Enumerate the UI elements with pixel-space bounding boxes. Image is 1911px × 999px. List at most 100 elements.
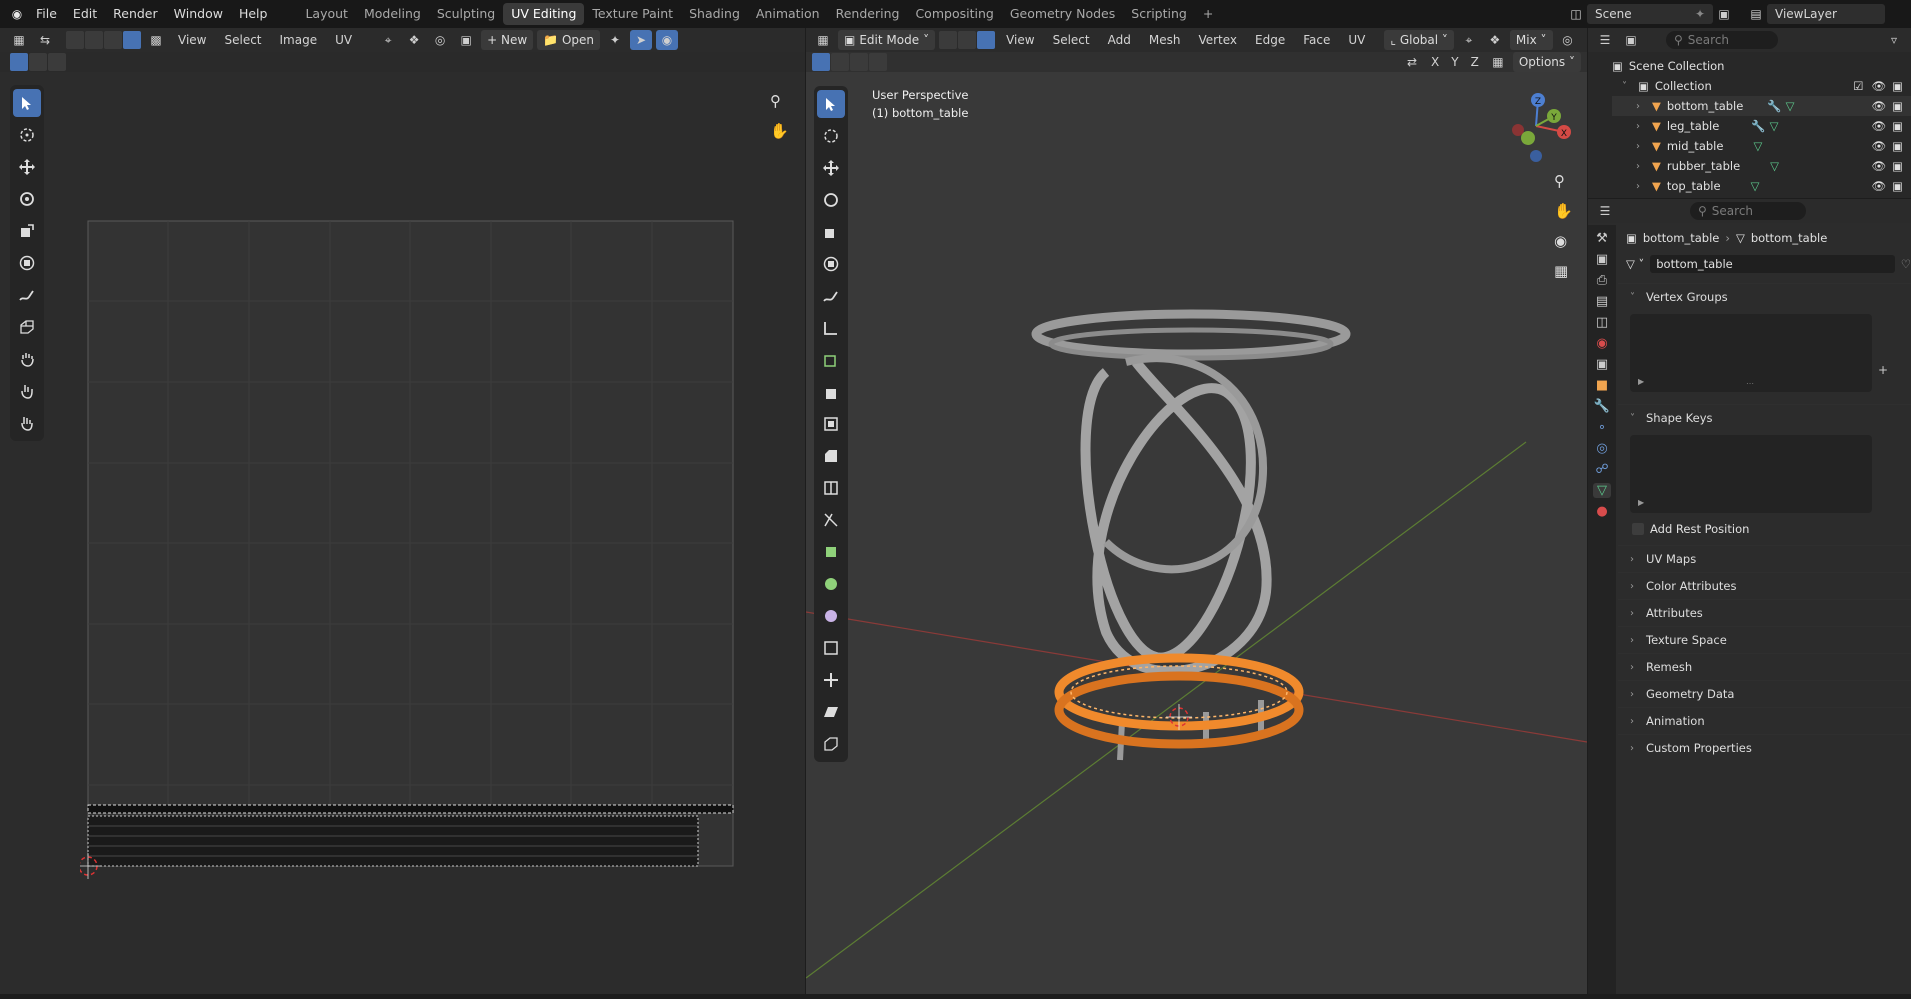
camera-icon[interactable]: ▣ xyxy=(1892,119,1903,133)
vp-menu-uv[interactable]: UV xyxy=(1341,29,1372,51)
vp-menu-edge[interactable]: Edge xyxy=(1248,29,1292,51)
chevron-right-icon[interactable]: › xyxy=(1636,161,1646,172)
expand-list-icon[interactable]: ▶ xyxy=(1638,377,1644,386)
selection-mode[interactable] xyxy=(812,53,887,71)
vp-menu-mesh[interactable]: Mesh xyxy=(1142,29,1188,51)
attributes-panel[interactable]: › Attributes xyxy=(1618,599,1911,626)
scene-field[interactable]: Scene ✦ xyxy=(1587,4,1713,24)
uv-canvas[interactable] xyxy=(80,213,740,883)
proportional-edit-icon[interactable]: ◎ xyxy=(1557,30,1579,50)
eye-icon[interactable]: 👁 xyxy=(1872,139,1887,153)
menu-file[interactable]: File xyxy=(28,0,65,28)
camera-icon[interactable]: ◉ xyxy=(1554,232,1573,250)
material-tab-icon[interactable]: ● xyxy=(1596,504,1607,519)
collection-row[interactable]: ˅ ▣ Collection ☑ 👁 ▣ xyxy=(1612,76,1911,96)
shape-keys-list[interactable]: ▶ xyxy=(1630,435,1872,513)
smooth-tool-icon[interactable] xyxy=(817,602,845,630)
camera-icon[interactable]: ▣ xyxy=(1892,179,1903,193)
extrude-tool-icon[interactable] xyxy=(817,378,845,406)
scene-icon[interactable]: ◫ xyxy=(1565,4,1587,24)
hand-pan-icon[interactable]: ✋ xyxy=(770,122,789,140)
tab-geometry-nodes[interactable]: Geometry Nodes xyxy=(1002,3,1123,25)
tab-shading[interactable]: Shading xyxy=(681,3,748,25)
output-tab-icon[interactable]: ⎙ xyxy=(1597,273,1607,288)
physics-tab-icon[interactable]: ◎ xyxy=(1596,441,1607,456)
camera-icon[interactable]: ▣ xyxy=(1892,99,1903,113)
poly-build-tool-icon[interactable] xyxy=(817,538,845,566)
annotate-tool-icon[interactable] xyxy=(13,281,41,309)
transform-tool-icon[interactable] xyxy=(817,250,845,278)
world-tab-icon[interactable]: ◉ xyxy=(1596,336,1607,351)
move-tool-icon[interactable] xyxy=(13,153,41,181)
relax-tool-icon[interactable] xyxy=(13,377,41,405)
inset-tool-icon[interactable] xyxy=(817,410,845,438)
tab-modeling[interactable]: Modeling xyxy=(356,3,429,25)
knife-tool-icon[interactable] xyxy=(817,506,845,534)
open-image-button[interactable]: 📁 Open xyxy=(537,30,600,50)
constraints-tab-icon[interactable]: ☍ xyxy=(1595,462,1608,477)
add-workspace-button[interactable]: + xyxy=(1195,3,1221,25)
expand-list-icon[interactable]: ▶ xyxy=(1638,498,1644,507)
loop-cut-tool-icon[interactable] xyxy=(817,474,845,502)
view-layer-icon[interactable]: ▤ xyxy=(1745,4,1767,24)
uv-menu-uv[interactable]: UV xyxy=(328,29,359,51)
scale-tool-icon[interactable] xyxy=(817,218,845,246)
vertex-group-add-button[interactable]: + xyxy=(1878,363,1888,377)
pivot-icon[interactable]: ⌖ xyxy=(1458,30,1480,50)
display-mode-icon[interactable]: ▣ xyxy=(1620,30,1642,50)
tab-layout[interactable]: Layout xyxy=(297,3,356,25)
pinch-tool-icon[interactable] xyxy=(13,409,41,437)
hand-pan-icon[interactable]: ✋ xyxy=(1554,202,1573,220)
outliner-row-bottom-table[interactable]: › ▼ bottom_table 🔧 ▽ 👁 ▣ xyxy=(1612,96,1911,116)
mesh-data-tab-icon[interactable]: ▽ xyxy=(1593,483,1611,498)
menu-edit[interactable]: Edit xyxy=(65,0,105,28)
scene-tab-icon[interactable]: ◫ xyxy=(1596,315,1608,330)
tab-rendering[interactable]: Rendering xyxy=(828,3,908,25)
filter-icon[interactable]: ▿ xyxy=(1883,30,1905,50)
texture-space-panel[interactable]: › Texture Space xyxy=(1618,626,1911,653)
uv-maps-panel[interactable]: › UV Maps xyxy=(1618,545,1911,572)
options-dropdown[interactable]: Options ˅ xyxy=(1512,52,1581,72)
orientation-dropdown[interactable]: ⌞ Global ˅ xyxy=(1384,30,1454,50)
editor-type-icon[interactable]: ☰ xyxy=(1594,201,1616,221)
edge-slide-tool-icon[interactable] xyxy=(817,634,845,662)
object-tab-icon[interactable]: ■ xyxy=(1596,378,1608,393)
new-image-button[interactable]: + New xyxy=(481,30,534,50)
eye-icon[interactable]: 👁 xyxy=(1872,159,1887,173)
uv-menu-select[interactable]: Select xyxy=(217,29,268,51)
properties-search[interactable]: ⚲ Search xyxy=(1690,202,1806,220)
pin-image-icon[interactable]: ✦ xyxy=(604,30,626,50)
chevron-right-icon[interactable]: › xyxy=(1636,101,1646,112)
rotate-tool-icon[interactable] xyxy=(817,186,845,214)
particles-tab-icon[interactable]: ∘ xyxy=(1598,420,1606,435)
shear-tool-icon[interactable] xyxy=(817,698,845,726)
animation-panel[interactable]: › Animation xyxy=(1618,707,1911,734)
shape-keys-panel[interactable]: ˅ Shape Keys xyxy=(1618,404,1911,431)
overlay-toggle-icon[interactable]: ◉ xyxy=(656,30,678,50)
vertex-groups-panel[interactable]: ˅ Vertex Groups xyxy=(1618,283,1911,310)
sync-selection-icon[interactable]: ⇆ xyxy=(34,30,56,50)
eye-icon[interactable]: 👁 xyxy=(1872,99,1887,113)
image-browse-icon[interactable]: ▣ xyxy=(455,30,477,50)
eye-icon[interactable]: 👁 xyxy=(1872,79,1887,93)
outliner-row-leg-table[interactable]: › ▼ leg_table 🔧 ▽ 👁 ▣ xyxy=(1612,116,1911,136)
tab-texture-paint[interactable]: Texture Paint xyxy=(584,3,681,25)
navigation-gizmo[interactable]: Z X Y xyxy=(1496,88,1576,168)
tool-tab-icon[interactable]: ⚒ xyxy=(1596,231,1608,246)
resize-handle-icon[interactable]: ⋯ xyxy=(1746,379,1754,388)
view-layer-tab-icon[interactable]: ▤ xyxy=(1596,294,1608,309)
annotate-tool-icon[interactable] xyxy=(817,282,845,310)
editor-type-icon[interactable]: ▦ xyxy=(8,30,30,50)
zoom-icon[interactable]: ⚲ xyxy=(770,92,781,110)
shrink-fatten-tool-icon[interactable] xyxy=(817,666,845,694)
select-mode-buttons[interactable] xyxy=(939,31,996,49)
mirror-x[interactable]: X xyxy=(1427,51,1443,73)
vp-menu-add[interactable]: Add xyxy=(1101,29,1138,51)
vp-menu-vertex[interactable]: Vertex xyxy=(1191,29,1244,51)
select-mode-buttons[interactable] xyxy=(66,31,141,49)
mirror-z[interactable]: Z xyxy=(1467,51,1483,73)
spin-tool-icon[interactable] xyxy=(817,570,845,598)
vp-menu-face[interactable]: Face xyxy=(1296,29,1337,51)
mode-dropdown[interactable]: ▣ Edit Mode ˅ xyxy=(838,30,936,50)
uv-menu-image[interactable]: Image xyxy=(273,29,325,51)
